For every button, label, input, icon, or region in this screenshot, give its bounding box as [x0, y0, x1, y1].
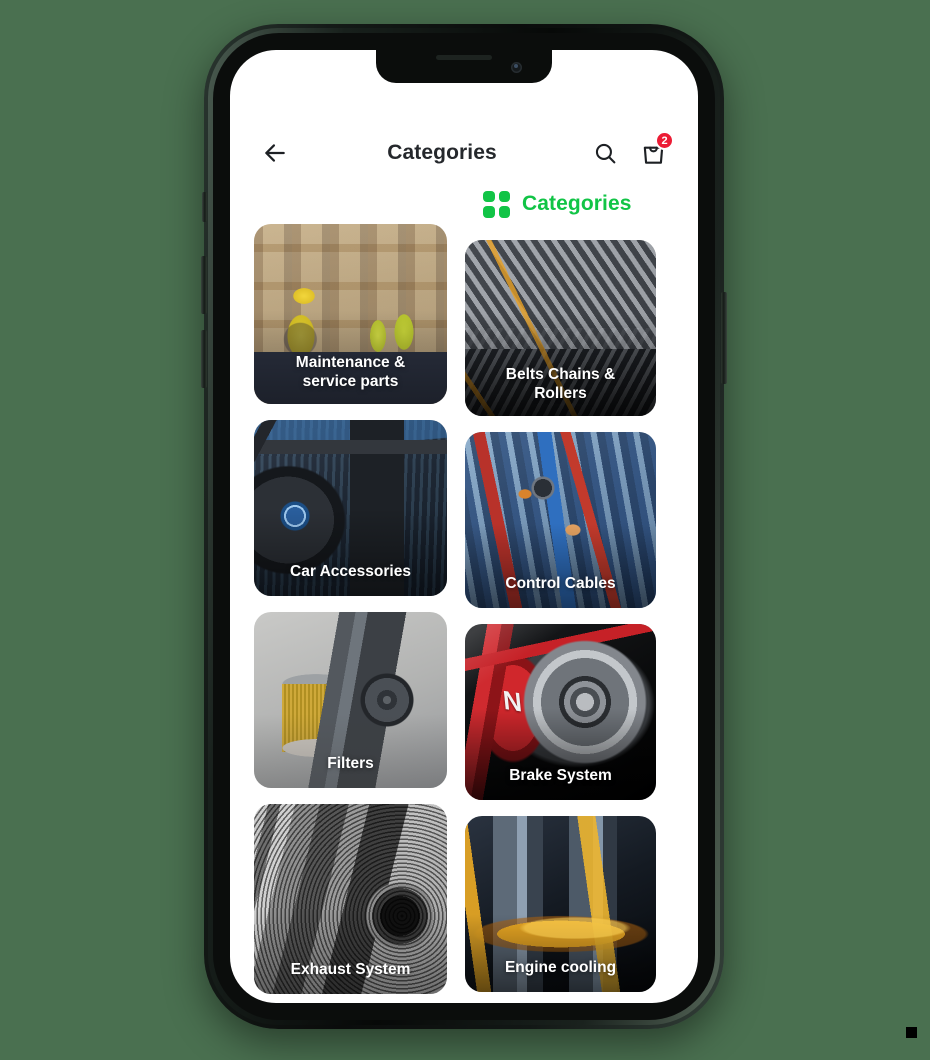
search-icon: [595, 143, 615, 163]
section-title: Categories: [522, 192, 632, 215]
section-header: Categories: [465, 184, 656, 224]
category-column-left: Maintenance & service parts Car Accessor…: [254, 184, 447, 1003]
mute-switch-button[interactable]: [202, 192, 207, 222]
category-label-line2: service parts: [302, 373, 399, 391]
category-card-belts-chains-rollers[interactable]: Belts Chains & Rollers: [465, 240, 656, 416]
categories-content: Maintenance & service parts Car Accessor…: [230, 184, 698, 1003]
category-card-car-accessories[interactable]: Car Accessories: [254, 420, 447, 596]
image-artifact: [906, 1027, 917, 1038]
category-card-exhaust-system[interactable]: Exhaust System: [254, 804, 447, 994]
search-button[interactable]: [586, 134, 624, 172]
phone-screen: Categories 2 Maintenance & service parts…: [230, 50, 698, 1003]
front-camera-icon: [511, 62, 522, 73]
category-label: Belts Chains & Rollers: [473, 366, 648, 404]
category-label: Maintenance & service parts: [262, 354, 439, 392]
earpiece-speaker-icon: [436, 55, 492, 60]
power-button[interactable]: [721, 292, 727, 384]
volume-up-button[interactable]: [201, 256, 207, 314]
arrow-left-icon: [265, 144, 285, 162]
phone-mockup: Categories 2 Maintenance & service parts…: [201, 24, 727, 1029]
category-card-brake-system[interactable]: N Brake System: [465, 624, 656, 800]
category-label: Engine cooling: [504, 959, 617, 977]
cart-button[interactable]: 2: [634, 131, 674, 172]
notch: [376, 50, 552, 83]
category-card-engine-cooling[interactable]: Engine cooling: [465, 816, 656, 992]
category-label-line1: Maintenance &: [295, 354, 406, 372]
category-card-maintenance[interactable]: Maintenance & service parts: [254, 224, 447, 404]
category-label: Filters: [327, 755, 374, 773]
category-label: Exhaust System: [290, 961, 411, 979]
category-card-control-cables[interactable]: Control Cables: [465, 432, 656, 608]
category-card-filters[interactable]: Filters: [254, 612, 447, 788]
category-label-line1: Belts Chains &: [505, 366, 616, 384]
category-label: Control Cables: [505, 575, 616, 593]
back-button[interactable]: [256, 134, 294, 172]
caliper-brand-mark: N: [501, 684, 524, 718]
cart-badge: 2: [655, 131, 674, 150]
category-column-right: Categories Belts Chains & Rollers Contro…: [465, 184, 656, 1003]
category-label: Brake System: [509, 767, 612, 785]
volume-down-button[interactable]: [201, 330, 207, 388]
grid-icon: [483, 190, 510, 218]
app-bar: Categories 2: [230, 122, 698, 184]
category-label: Car Accessories: [290, 563, 411, 581]
page-title: Categories: [387, 141, 497, 164]
category-label-line2: Rollers: [534, 385, 587, 403]
